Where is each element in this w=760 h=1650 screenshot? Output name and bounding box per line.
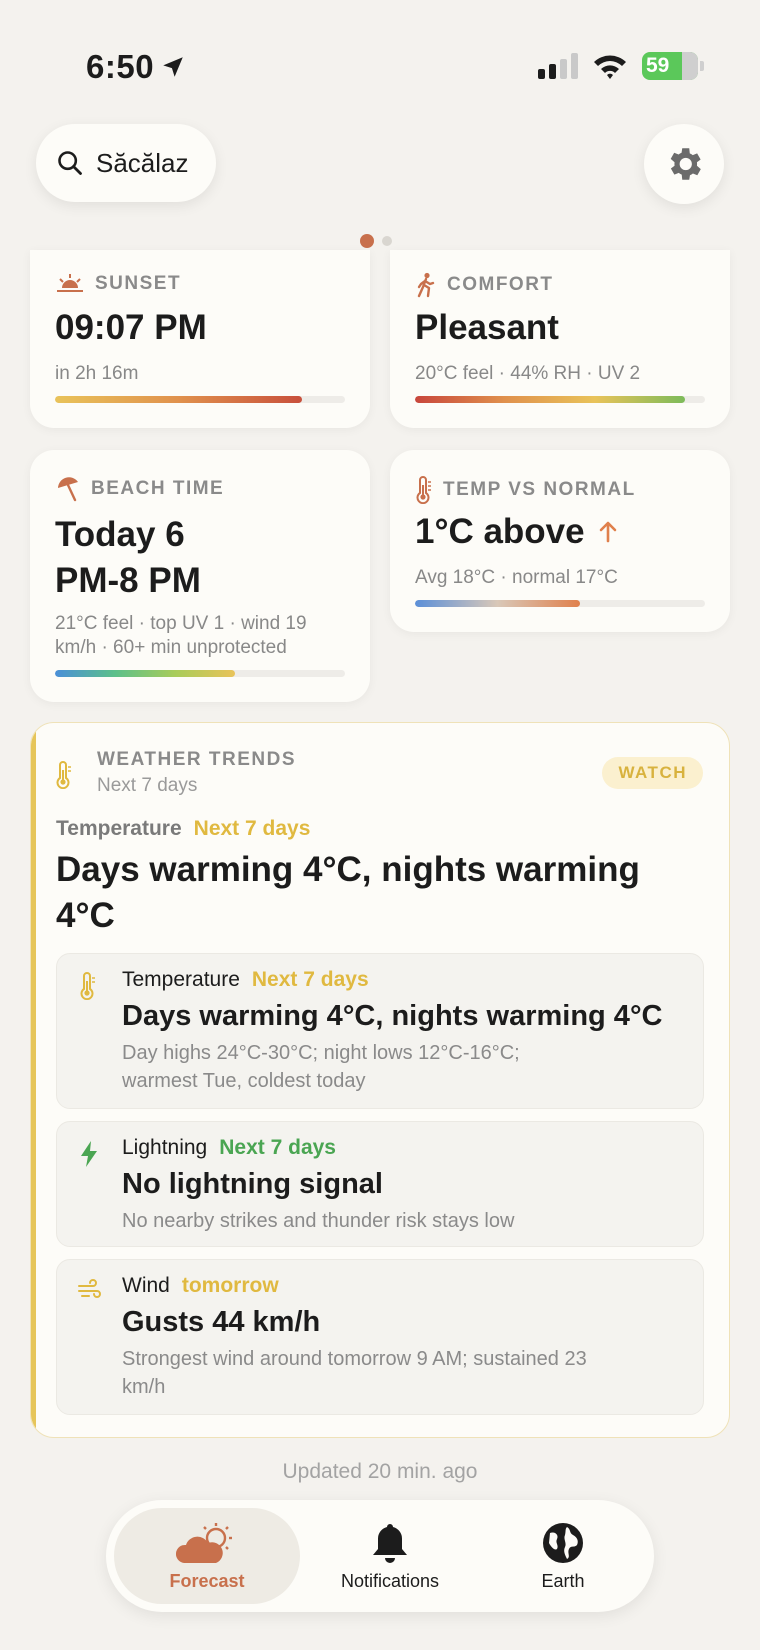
location-arrow-icon bbox=[163, 57, 183, 77]
last-updated-text: Updated 20 min. ago bbox=[282, 1460, 478, 1483]
sunset-countdown: in 2h 16m bbox=[55, 363, 139, 384]
tab-earth[interactable]: Earth bbox=[480, 1508, 646, 1604]
sunset-icon bbox=[57, 274, 83, 292]
partly-cloudy-icon bbox=[176, 1522, 232, 1563]
watch-badge: WATCH bbox=[602, 757, 703, 789]
trend-item-title: Temperature Next 7 days bbox=[122, 968, 369, 991]
comfort-details: 20°C feel · 44% RH · UV 2 bbox=[415, 363, 641, 384]
cellular-signal-icon bbox=[538, 53, 578, 79]
thermometer-icon bbox=[416, 476, 431, 504]
trend-item-temperature[interactable]: Temperature Next 7 days Days warming 4°C… bbox=[56, 953, 704, 1109]
watch-accent-stripe bbox=[31, 723, 36, 1437]
page-dot[interactable] bbox=[382, 236, 392, 246]
temp-vs-normal-progress-bar bbox=[415, 600, 705, 607]
arrow-up-icon bbox=[599, 521, 616, 543]
beach-time-card[interactable]: BEACH TIME Today 6 PM-8 PM 21°C feel · t… bbox=[30, 450, 370, 702]
location-search-button[interactable]: Săcălaz bbox=[36, 124, 216, 202]
bell-icon bbox=[373, 1523, 407, 1563]
status-time: 6:50 bbox=[86, 48, 186, 86]
weather-trends-label: WEATHER TRENDS bbox=[97, 749, 297, 770]
tab-forecast[interactable]: Forecast bbox=[114, 1508, 300, 1604]
gear-icon bbox=[670, 148, 701, 180]
page-dot-active[interactable] bbox=[360, 234, 374, 248]
trend-item-title: Lightning Next 7 days bbox=[122, 1136, 336, 1159]
trend-item-lightning[interactable]: Lightning Next 7 days No lightning signa… bbox=[56, 1121, 704, 1247]
sunset-label: SUNSET bbox=[55, 272, 181, 296]
trend-item-title: Wind tomorrow bbox=[122, 1274, 279, 1297]
status-icons: 59 bbox=[538, 52, 704, 80]
temp-vs-normal-value-row: 1°C above bbox=[415, 512, 617, 552]
trend-item-headline: Days warming 4°C, nights warming 4°C bbox=[122, 1000, 663, 1032]
trends-kicker: Temperature Next 7 days bbox=[56, 817, 311, 840]
thermometer-icon bbox=[56, 761, 71, 789]
comfort-progress-bar bbox=[415, 396, 705, 403]
beach-umbrella-icon bbox=[58, 477, 78, 502]
tab-notifications[interactable]: Notifications bbox=[302, 1508, 478, 1604]
beach-time-label: BEACH TIME bbox=[55, 476, 224, 502]
beach-time-details: 21°C feel · top UV 1 · wind 19 km/h · 60… bbox=[55, 613, 307, 658]
wind-icon bbox=[78, 1279, 101, 1298]
walking-person-icon bbox=[417, 272, 435, 298]
trend-item-headline: No lightning signal bbox=[122, 1168, 383, 1200]
location-name: Săcălaz bbox=[96, 147, 189, 178]
temp-vs-normal-value: 1°C above bbox=[415, 512, 585, 551]
comfort-value: Pleasant bbox=[415, 308, 559, 347]
beach-time-progress-bar bbox=[55, 670, 345, 677]
page-indicator[interactable] bbox=[360, 234, 392, 248]
temp-vs-normal-details: Avg 18°C · normal 17°C bbox=[415, 567, 618, 588]
bottom-tab-bar: Forecast Notifications Earth bbox=[106, 1500, 654, 1612]
settings-button[interactable] bbox=[644, 124, 724, 204]
sunset-card[interactable]: SUNSET 09:07 PM in 2h 16m bbox=[30, 250, 370, 428]
trend-item-description: Strongest wind around tomorrow 9 AM; sus… bbox=[122, 1348, 587, 1398]
temp-vs-normal-label: TEMP VS NORMAL bbox=[415, 476, 636, 504]
thermometer-icon bbox=[80, 972, 95, 1000]
sunset-progress-bar bbox=[55, 396, 345, 403]
trend-item-headline: Gusts 44 km/h bbox=[122, 1306, 321, 1338]
trend-item-description: No nearby strikes and thunder risk stays… bbox=[122, 1210, 515, 1232]
weather-trends-card[interactable]: WEATHER TRENDS Next 7 days WATCH Tempera… bbox=[30, 722, 730, 1438]
search-icon bbox=[58, 151, 82, 175]
trends-headline: Days warming 4°C, nights warming 4°C bbox=[56, 850, 640, 935]
comfort-card[interactable]: COMFORT Pleasant 20°C feel · 44% RH · UV… bbox=[390, 250, 730, 428]
trend-item-description: Day highs 24°C-30°C; night lows 12°C-16°… bbox=[122, 1042, 520, 1092]
globe-icon bbox=[543, 1522, 583, 1563]
beach-time-window: Today 6 PM-8 PM bbox=[55, 515, 201, 600]
sunset-time: 09:07 PM bbox=[55, 308, 207, 347]
battery-indicator: 59 bbox=[642, 52, 704, 80]
trend-item-wind[interactable]: Wind tomorrow Gusts 44 km/h Strongest wi… bbox=[56, 1259, 704, 1415]
comfort-label: COMFORT bbox=[415, 272, 554, 298]
lightning-bolt-icon bbox=[81, 1141, 97, 1167]
wifi-icon bbox=[594, 55, 626, 79]
weather-trends-period: Next 7 days bbox=[97, 775, 198, 796]
temp-vs-normal-card[interactable]: TEMP VS NORMAL 1°C above Avg 18°C · norm… bbox=[390, 450, 730, 632]
